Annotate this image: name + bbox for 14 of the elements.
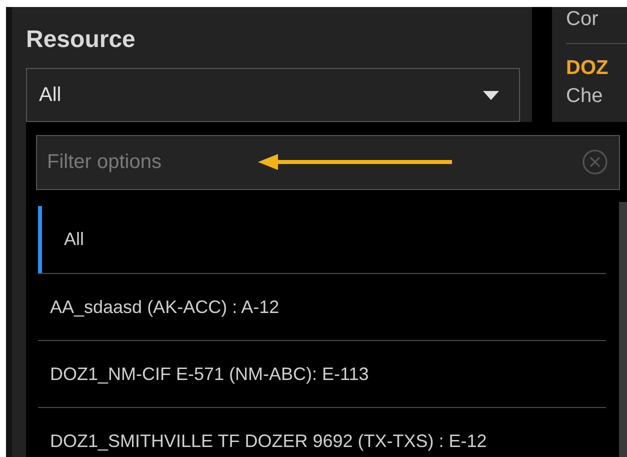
filter-field[interactable]: Filter options	[36, 135, 620, 190]
panel-title: Resource	[26, 25, 136, 55]
dropdown-option[interactable]: DOZ1_NM-CIF E-571 (NM-ABC): E-113	[38, 340, 606, 407]
side-text: Che	[566, 84, 604, 109]
scrollbar[interactable]	[619, 202, 627, 457]
dropdown-option[interactable]: AA_sdaasd (AK-ACC) : A-12	[38, 273, 606, 340]
caret-icon	[483, 90, 499, 100]
clear-icon[interactable]	[582, 149, 608, 175]
side-text: DOZ	[566, 56, 610, 81]
dropdown-option[interactable]: DOZ1_SMITHVILLE TF DOZER 9692 (TX-TXS) : E-12	[38, 407, 606, 457]
select-value: All	[39, 83, 62, 108]
side-text: Cor	[566, 7, 600, 32]
dropdown-option[interactable]: All	[38, 206, 606, 273]
resource-select[interactable]: All	[26, 68, 520, 122]
